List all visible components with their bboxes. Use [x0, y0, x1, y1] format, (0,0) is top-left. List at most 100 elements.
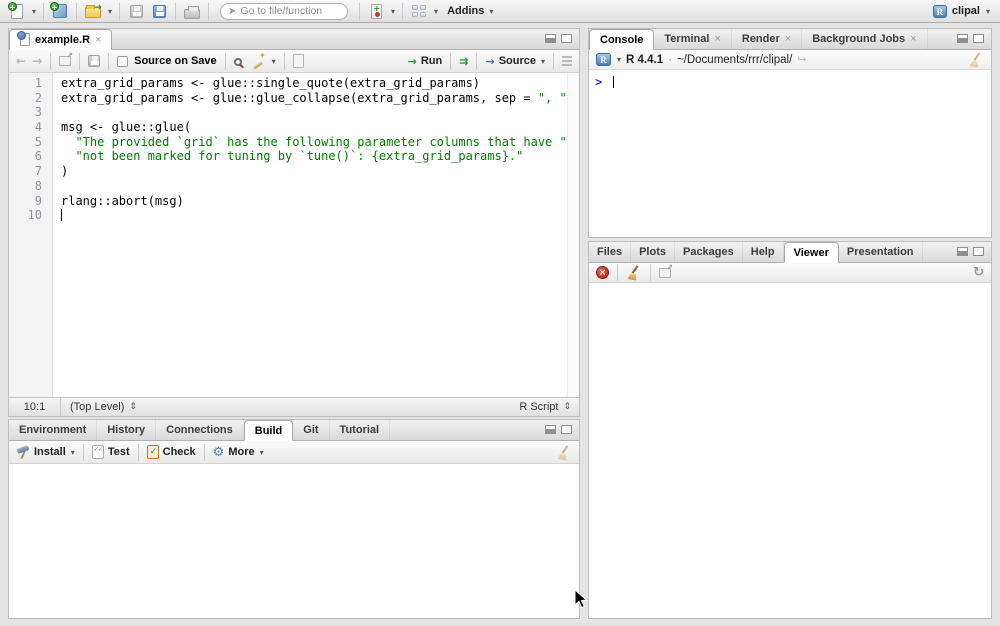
tab-presentation[interactable]: Presentation — [839, 241, 923, 262]
tab-label: Environment — [19, 424, 86, 436]
r-version-icon[interactable]: R — [596, 53, 611, 66]
version-control-icon[interactable]: + — [367, 2, 385, 20]
version-control-dropdown[interactable]: ▾ — [391, 7, 395, 16]
tab-plots[interactable]: Plots — [631, 241, 675, 262]
find-icon[interactable] — [234, 58, 242, 66]
build-tabbar: Environment History Connections Build Gi… — [9, 420, 579, 441]
more-button[interactable]: ⚙ More ▾ — [213, 445, 264, 460]
code-lines[interactable]: extra_grid_params <- glue::single_quote(… — [53, 73, 579, 397]
workspace-panes-dropdown[interactable]: ▾ — [434, 7, 438, 16]
addins-menu[interactable]: Addins ▾ — [443, 5, 497, 17]
tab-history[interactable]: History — [97, 419, 156, 440]
main-toolbar: + ▾ + ➜ ▾ ➤ + ▾ ▾ Addins ▾ R clipal ▾ — [0, 0, 1000, 23]
install-button[interactable]: Install ▾ — [16, 445, 75, 459]
new-project-icon[interactable]: + — [51, 2, 69, 20]
editor-gutter: 12345678910 — [9, 73, 53, 397]
project-menu[interactable]: R clipal ▾ — [931, 5, 992, 18]
scope-selector[interactable]: (Top Level) ⇕ — [61, 401, 137, 413]
check-button[interactable]: Check — [147, 445, 196, 459]
document-outline-icon[interactable] — [562, 56, 572, 66]
open-arrow-icon: ➜ — [94, 3, 102, 13]
tab-close-icon[interactable]: × — [714, 33, 720, 45]
tab-viewer[interactable]: Viewer — [784, 242, 839, 263]
workspace-panes-icon[interactable] — [410, 2, 428, 20]
tab-close-icon[interactable]: × — [95, 34, 101, 46]
minimize-icon[interactable] — [545, 425, 556, 434]
r-script-icon — [20, 33, 30, 46]
tab-label: Build — [255, 425, 283, 437]
compile-report-icon[interactable] — [293, 54, 304, 68]
stop-viewer-icon[interactable]: × — [596, 266, 609, 279]
maximize-icon[interactable] — [973, 247, 984, 256]
separator — [119, 3, 120, 20]
tab-help[interactable]: Help — [743, 241, 784, 262]
tab-packages[interactable]: Packages — [675, 241, 743, 262]
new-file-icon[interactable]: + — [8, 2, 26, 20]
forward-icon[interactable]: → — [32, 54, 42, 68]
popout-viewer-icon[interactable] — [659, 268, 671, 278]
separator — [50, 53, 51, 70]
goto-file-input[interactable] — [240, 5, 340, 17]
tab-label: Presentation — [847, 246, 914, 258]
console-pane: Console Terminal × Render × Background J… — [588, 28, 992, 238]
popout-icon[interactable] — [59, 56, 71, 66]
separator — [359, 3, 360, 20]
gear-icon: ⚙ — [213, 445, 225, 460]
source-on-save-checkbox[interactable] — [117, 56, 128, 67]
minimize-icon[interactable] — [957, 34, 968, 43]
tab-render[interactable]: Render × — [732, 28, 802, 49]
code-tools-icon[interactable] — [251, 54, 265, 68]
run-button[interactable]: → Run — [408, 55, 443, 68]
viewer-toolbar: × ↻ — [589, 263, 991, 283]
more-label: More — [228, 446, 254, 458]
tab-close-icon[interactable]: × — [910, 33, 916, 45]
editor-scrollbar[interactable] — [567, 73, 579, 397]
tab-tutorial[interactable]: Tutorial — [330, 419, 391, 440]
refresh-icon[interactable]: ↻ — [973, 265, 984, 280]
tab-close-icon[interactable]: × — [785, 33, 791, 45]
open-file-dropdown[interactable]: ▾ — [108, 7, 112, 16]
new-file-dropdown[interactable]: ▾ — [32, 7, 36, 16]
open-file-icon[interactable]: ➜ — [84, 2, 102, 20]
tab-example-r[interactable]: example.R × — [9, 29, 112, 50]
tab-label: Background Jobs — [812, 33, 905, 45]
tab-git[interactable]: Git — [293, 419, 329, 440]
source-button[interactable]: → Source ▾ — [485, 55, 545, 68]
tab-files[interactable]: Files — [589, 241, 631, 262]
tab-console[interactable]: Console — [589, 29, 654, 50]
minimize-icon[interactable] — [545, 34, 556, 43]
goto-file-box: ➤ — [220, 3, 348, 20]
save-all-icon[interactable] — [150, 2, 168, 20]
tab-connections[interactable]: Connections — [156, 419, 244, 440]
console-input[interactable]: > — [589, 71, 991, 237]
source-arrow-icon: → — [485, 55, 494, 68]
goto-directory-icon[interactable]: ↪ — [797, 53, 806, 66]
code-editor[interactable]: 12345678910 extra_grid_params <- glue::s… — [9, 73, 579, 397]
tab-build[interactable]: Build — [244, 420, 294, 441]
save-icon[interactable] — [88, 55, 100, 67]
r-project-icon: R — [933, 5, 947, 18]
print-icon[interactable] — [183, 2, 201, 20]
goto-arrow-icon: ➤ — [228, 6, 236, 17]
maximize-icon[interactable] — [561, 34, 572, 43]
save-icon[interactable] — [127, 2, 145, 20]
tab-label: Help — [751, 246, 775, 258]
rerun-icon[interactable]: ⇉ — [459, 55, 468, 68]
clear-viewer-icon[interactable] — [626, 265, 642, 280]
file-type-selector[interactable]: R Script ⇕ — [519, 401, 579, 413]
viewer-tabbar: Files Plots Packages Help Viewer Present… — [589, 242, 991, 263]
clear-console-icon[interactable] — [968, 52, 984, 67]
project-dropdown-icon: ▾ — [986, 7, 990, 16]
maximize-icon[interactable] — [973, 34, 984, 43]
code-tools-dropdown[interactable]: ▾ — [272, 57, 276, 66]
viewer-pane: Files Plots Packages Help Viewer Present… — [588, 241, 992, 619]
tab-environment[interactable]: Environment — [9, 419, 97, 440]
maximize-icon[interactable] — [561, 425, 572, 434]
back-icon[interactable]: ← — [16, 54, 26, 68]
test-button[interactable]: Test — [92, 445, 130, 459]
minimize-icon[interactable] — [957, 247, 968, 256]
tab-terminal[interactable]: Terminal × — [654, 28, 731, 49]
r-version-dropdown[interactable]: ▾ — [617, 55, 621, 64]
clear-build-icon[interactable] — [556, 445, 572, 460]
tab-background-jobs[interactable]: Background Jobs × — [802, 28, 927, 49]
